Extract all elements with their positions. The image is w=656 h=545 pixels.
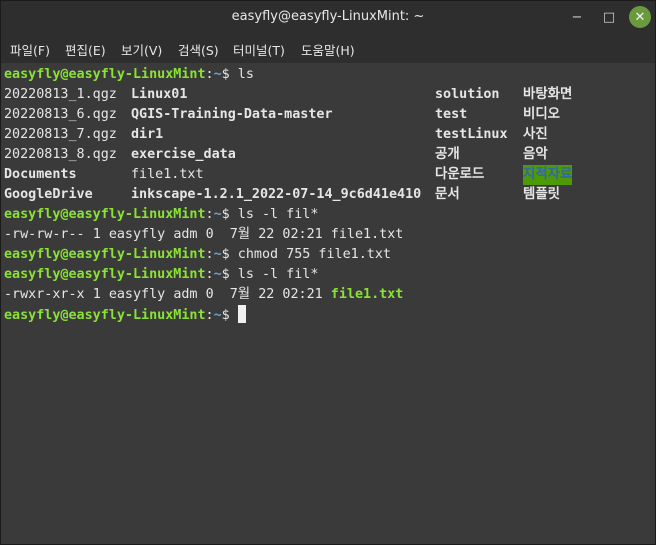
- prompt-user: easyfly@easyfly-LinuxMint: [4, 67, 206, 82]
- list-item: Documents: [4, 167, 77, 182]
- prompt-line: easyfly@easyfly-LinuxMint:~$: [4, 305, 246, 325]
- list-item: 20220813_7.qgz: [4, 127, 117, 142]
- list-item: 템플릿: [523, 187, 560, 202]
- terminal-window: easyfly@easyfly-LinuxMint: ~ − □ ✕ 파일(F)…: [0, 0, 656, 545]
- list-item: solution: [435, 87, 500, 102]
- list-item: inkscape-1.2.1_2022-07-14_9c6d41e410: [131, 187, 422, 202]
- command: chmod 755 file1.txt: [237, 247, 391, 262]
- ls-long-line: -rw-rw-r-- 1 easyfly adm 0 7월 22 02:21 f…: [4, 227, 404, 242]
- menu-help[interactable]: 도움말(H): [301, 40, 355, 59]
- list-item: 20220813_1.qgz: [4, 87, 117, 102]
- close-icon: ✕: [634, 9, 646, 25]
- list-item: 20220813_6.qgz: [4, 107, 117, 122]
- cursor: [237, 305, 246, 323]
- list-item: test: [435, 107, 468, 122]
- title-bar[interactable]: easyfly@easyfly-LinuxMint: ~ − □ ✕: [1, 1, 655, 33]
- maximize-button[interactable]: □: [599, 7, 619, 27]
- maximize-icon: □: [602, 9, 616, 25]
- menu-view[interactable]: 보기(V): [121, 40, 162, 59]
- list-item: 다운로드: [435, 167, 485, 182]
- menu-bar: 파일(F) 편집(E) 보기(V) 검색(S) 터미널(T) 도움말(H): [1, 33, 655, 63]
- ls-long-line: -rwxr-xr-x 1 easyfly adm 0 7월 22 02:21 f…: [4, 287, 404, 302]
- terminal-output[interactable]: easyfly@easyfly-LinuxMint:~$ ls 20220813…: [1, 63, 655, 544]
- list-item: GoogleDrive: [4, 187, 93, 202]
- list-item: 바탕화면: [523, 87, 573, 102]
- prompt-line: easyfly@easyfly-LinuxMint:~$ ls: [4, 67, 254, 82]
- list-item: 음악: [523, 147, 548, 162]
- command: ls -l fil*: [237, 267, 319, 282]
- prompt-line: easyfly@easyfly-LinuxMint:~$ chmod 755 f…: [4, 247, 391, 262]
- menu-file[interactable]: 파일(F): [10, 40, 50, 59]
- list-item: 사진: [523, 127, 548, 142]
- command: ls: [237, 67, 254, 82]
- prompt-line: easyfly@easyfly-LinuxMint:~$ ls -l fil*: [4, 207, 319, 222]
- list-item: 지적자료: [523, 165, 573, 185]
- list-item: 20220813_8.qgz: [4, 147, 117, 162]
- menu-terminal[interactable]: 터미널(T): [233, 40, 285, 59]
- list-item: file1.txt: [131, 167, 204, 182]
- minimize-icon: −: [571, 9, 583, 25]
- list-item: Linux01: [131, 87, 188, 102]
- list-item: QGIS-Training-Data-master: [131, 107, 333, 122]
- window-title: easyfly@easyfly-LinuxMint: ~: [231, 9, 425, 24]
- prompt-line: easyfly@easyfly-LinuxMint:~$ ls -l fil*: [4, 267, 319, 282]
- list-item: 비디오: [523, 107, 560, 122]
- list-item: exercise_data: [131, 147, 236, 162]
- list-item: 문서: [435, 187, 460, 202]
- close-button[interactable]: ✕: [629, 6, 651, 28]
- command: ls -l fil*: [237, 207, 319, 222]
- list-item: dir1: [131, 127, 164, 142]
- minimize-button[interactable]: −: [567, 7, 587, 27]
- list-item: 공개: [435, 147, 460, 162]
- menu-search[interactable]: 검색(S): [178, 40, 219, 59]
- list-item: testLinux: [435, 127, 508, 142]
- menu-edit[interactable]: 편집(E): [65, 40, 106, 59]
